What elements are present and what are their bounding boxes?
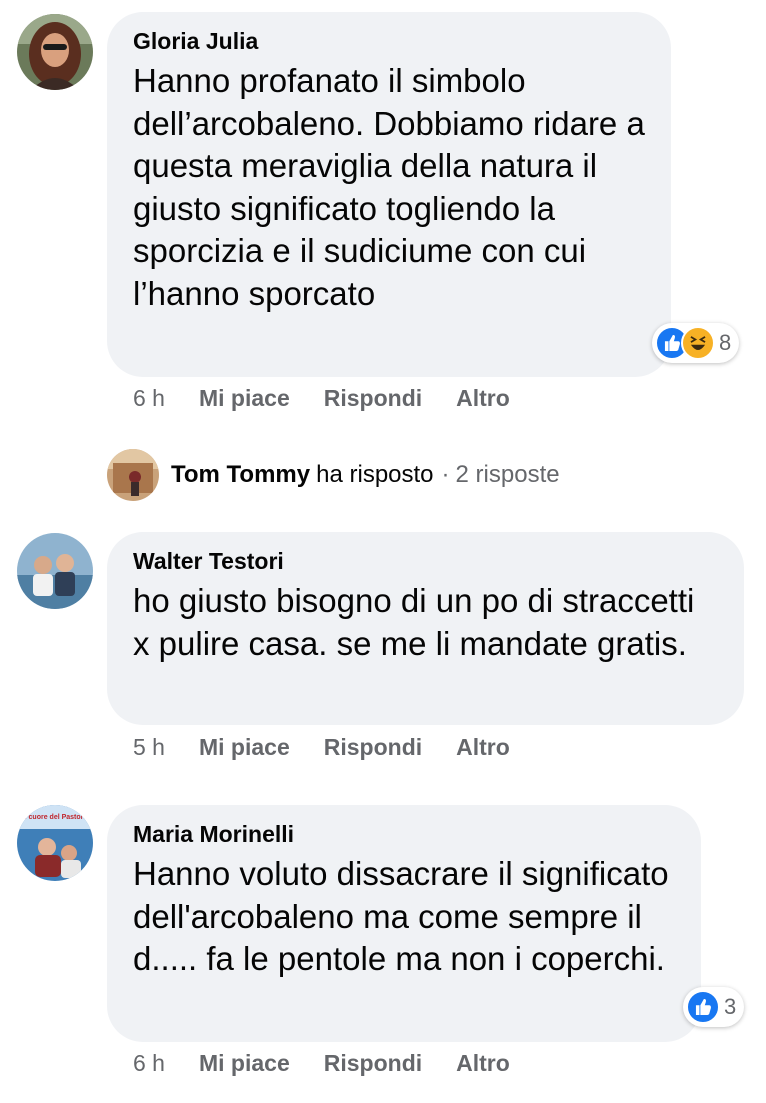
comment-actions: 6 h Mi piace Rispondi Altro (133, 1050, 544, 1077)
like-button[interactable]: Mi piace (199, 734, 290, 761)
reply-verb: ha risposto (316, 461, 434, 488)
reply-separator: · (441, 461, 450, 488)
comment-author[interactable]: Gloria Julia (133, 26, 645, 56)
view-replies-link[interactable]: Tom Tommy ha risposto · 2 risposte (107, 449, 560, 501)
comment-bubble: Maria Morinelli Hanno voluto dissacrare … (107, 805, 701, 1042)
reply-button[interactable]: Rispondi (324, 1050, 422, 1077)
like-button[interactable]: Mi piace (199, 385, 290, 412)
reaction-count: 3 (724, 994, 737, 1019)
comment-bubble: Gloria Julia Hanno profanato il simbolo … (107, 12, 671, 377)
avatar-tom-tommy (107, 449, 159, 501)
reaction-summary[interactable]: 8 (652, 323, 740, 363)
comment-timestamp[interactable]: 6 h (133, 385, 165, 412)
avatar-gloria-julia[interactable] (17, 14, 93, 90)
avatar-walter-testori[interactable] (17, 533, 93, 609)
comment-timestamp[interactable]: 5 h (133, 734, 165, 761)
more-button[interactable]: Altro (456, 734, 510, 761)
reaction-count: 8 (719, 330, 732, 355)
like-button[interactable]: Mi piace (199, 1050, 290, 1077)
reaction-summary[interactable]: 3 (683, 987, 745, 1027)
comment-text: Hanno voluto dissacrare il significato d… (133, 855, 669, 977)
avatar-maria-morinelli[interactable]: il cuore del Pastore (17, 805, 93, 881)
reply-button[interactable]: Rispondi (324, 385, 422, 412)
comment-text: Hanno profanato il simbolo dell’arcobale… (133, 62, 645, 312)
comment-author[interactable]: Maria Morinelli (133, 819, 675, 849)
comment-bubble: Walter Testori ho giusto bisogno di un p… (107, 532, 744, 725)
reply-button[interactable]: Rispondi (324, 734, 422, 761)
comment-timestamp[interactable]: 6 h (133, 1050, 165, 1077)
avatar-badge-text: il cuore del Pastore (23, 814, 88, 821)
haha-icon (681, 326, 715, 360)
comment-author[interactable]: Walter Testori (133, 546, 718, 576)
more-button[interactable]: Altro (456, 1050, 510, 1077)
reply-author[interactable]: Tom Tommy (171, 461, 310, 489)
reply-count: 2 risposte (455, 461, 560, 488)
comment-actions: 6 h Mi piace Rispondi Altro (133, 385, 544, 412)
more-button[interactable]: Altro (456, 385, 510, 412)
like-icon (686, 990, 720, 1024)
comment-actions: 5 h Mi piace Rispondi Altro (133, 734, 544, 761)
comment-text: ho giusto bisogno di un po di straccetti… (133, 582, 695, 662)
